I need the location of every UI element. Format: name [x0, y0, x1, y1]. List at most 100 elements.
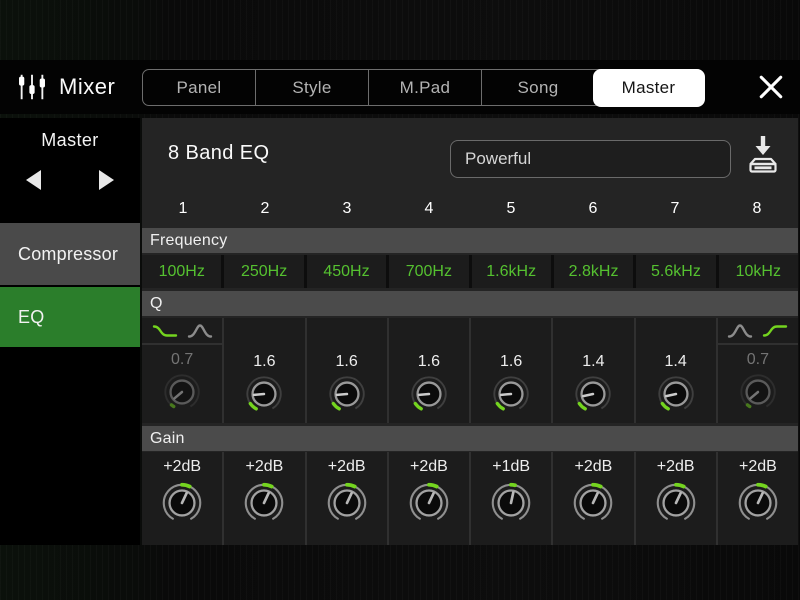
gain-knob[interactable] — [653, 478, 699, 526]
eq-panel: 8 Band EQ Powerful 12345678 Frequency 10… — [142, 118, 798, 545]
q-knob[interactable] — [572, 373, 614, 415]
device-screen: Mixer PanelStyleM.PadSongMaster Master C… — [0, 0, 800, 600]
band-number: 7 — [634, 192, 716, 226]
sidebar-item-label: Compressor — [18, 244, 118, 265]
frequency-value[interactable]: 5.6kHz — [636, 255, 715, 288]
q-value: 1.6 — [336, 352, 358, 372]
gain-value: +2dB — [163, 457, 201, 477]
sidebar-item-eq[interactable]: EQ — [0, 287, 140, 347]
q-value: 1.6 — [418, 352, 440, 372]
gain-knob[interactable] — [159, 478, 205, 526]
q-band-cell: 1.4 — [553, 318, 633, 423]
part-selector-label: Master — [0, 130, 140, 151]
save-button[interactable] — [743, 132, 783, 178]
next-arrow-icon[interactable] — [99, 170, 114, 190]
q-band-cell: 1.4 — [636, 318, 716, 423]
section-label: Gain — [150, 430, 185, 448]
frequency-value[interactable]: 1.6kHz — [472, 255, 551, 288]
gain-value: +2dB — [657, 457, 695, 477]
frequency-value[interactable]: 10kHz — [719, 255, 798, 288]
section-header-frequency: Frequency — [142, 228, 798, 253]
q-knob[interactable] — [161, 371, 203, 413]
q-band-cell: 1.6 — [224, 318, 304, 423]
gain-knob[interactable] — [324, 478, 370, 526]
q-row: 0.7 1.6 1.6 1.6 — [142, 318, 798, 423]
gain-knob[interactable] — [488, 478, 534, 526]
band-number: 6 — [552, 192, 634, 226]
q-value: 1.6 — [500, 352, 522, 372]
tab-mpad[interactable]: M.Pad — [368, 70, 481, 105]
band-numbers-row: 12345678 — [142, 192, 798, 226]
q-band-cell: 1.6 — [307, 318, 387, 423]
gain-band-cell: +2dB — [718, 452, 798, 545]
q-knob[interactable] — [326, 373, 368, 415]
section-label: Q — [150, 295, 163, 313]
q-value: 1.4 — [665, 352, 687, 372]
frequency-row: 100Hz250Hz450Hz700Hz1.6kHz2.8kHz5.6kHz10… — [142, 255, 798, 288]
prev-arrow-icon[interactable] — [26, 170, 41, 190]
gain-value: +2dB — [410, 457, 448, 477]
gain-knob[interactable] — [241, 478, 287, 526]
sidebar-item-label: EQ — [18, 307, 44, 328]
q-value: 0.7 — [171, 350, 193, 370]
band-number: 1 — [142, 192, 224, 226]
tab-group: PanelStyleM.PadSongMaster — [142, 69, 704, 106]
gain-band-cell: +2dB — [142, 452, 222, 545]
gain-value: +2dB — [739, 457, 777, 477]
app-title: Mixer — [59, 74, 115, 100]
gain-value: +2dB — [245, 457, 283, 477]
tab-song[interactable]: Song — [481, 70, 594, 105]
q-knob[interactable] — [737, 371, 779, 413]
band-number: 2 — [224, 192, 306, 226]
q-band-cell: 0.7 — [718, 318, 798, 423]
sidebar: Master Compressor EQ — [0, 118, 140, 545]
close-icon — [758, 74, 784, 100]
low-shelf-filter-icon[interactable] — [152, 323, 178, 339]
frequency-value[interactable]: 100Hz — [142, 255, 221, 288]
tab-panel[interactable]: Panel — [143, 70, 255, 105]
gain-band-cell: +1dB — [471, 452, 551, 545]
section-header-gain: Gain — [142, 426, 798, 451]
save-to-disk-icon — [745, 134, 781, 176]
gain-value: +2dB — [574, 457, 612, 477]
preset-value: Powerful — [465, 149, 531, 169]
section-label: Frequency — [150, 232, 227, 250]
band-number: 4 — [388, 192, 470, 226]
preset-selector[interactable]: Powerful — [450, 140, 731, 178]
q-knob[interactable] — [490, 373, 532, 415]
filter-type-selector[interactable] — [142, 318, 222, 345]
gain-knob[interactable] — [735, 478, 781, 526]
sidebar-item-compressor[interactable]: Compressor — [0, 223, 140, 285]
gain-band-cell: +2dB — [636, 452, 716, 545]
page-title: 8 Band EQ — [168, 142, 269, 165]
mixer-sliders-icon — [16, 72, 48, 102]
gain-band-cell: +2dB — [553, 452, 633, 545]
q-value: 1.6 — [253, 352, 275, 372]
gain-band-cell: +2dB — [307, 452, 387, 545]
q-knob[interactable] — [408, 373, 450, 415]
gain-knob[interactable] — [406, 478, 452, 526]
band-number: 8 — [716, 192, 798, 226]
frequency-value[interactable]: 700Hz — [389, 255, 468, 288]
q-band-cell: 1.6 — [471, 318, 551, 423]
q-band-cell: 0.7 — [142, 318, 222, 423]
frequency-value[interactable]: 250Hz — [224, 255, 303, 288]
app-title-group: Mixer — [16, 60, 115, 114]
q-knob[interactable] — [243, 373, 285, 415]
section-header-q: Q — [142, 291, 798, 316]
peak-filter-icon[interactable] — [187, 323, 213, 339]
frequency-value[interactable]: 2.8kHz — [554, 255, 633, 288]
gain-knob[interactable] — [570, 478, 616, 526]
gain-band-cell: +2dB — [389, 452, 469, 545]
q-knob[interactable] — [655, 373, 697, 415]
band-number: 3 — [306, 192, 388, 226]
tab-master[interactable]: Master — [593, 69, 705, 107]
q-band-cell: 1.6 — [389, 318, 469, 423]
tab-style[interactable]: Style — [255, 70, 368, 105]
close-button[interactable] — [756, 73, 786, 101]
filter-type-selector[interactable] — [718, 318, 798, 345]
frequency-value[interactable]: 450Hz — [307, 255, 386, 288]
high-shelf-filter-icon[interactable] — [762, 323, 788, 339]
peak-filter-icon[interactable] — [727, 323, 753, 339]
part-selector: Master — [0, 118, 140, 221]
